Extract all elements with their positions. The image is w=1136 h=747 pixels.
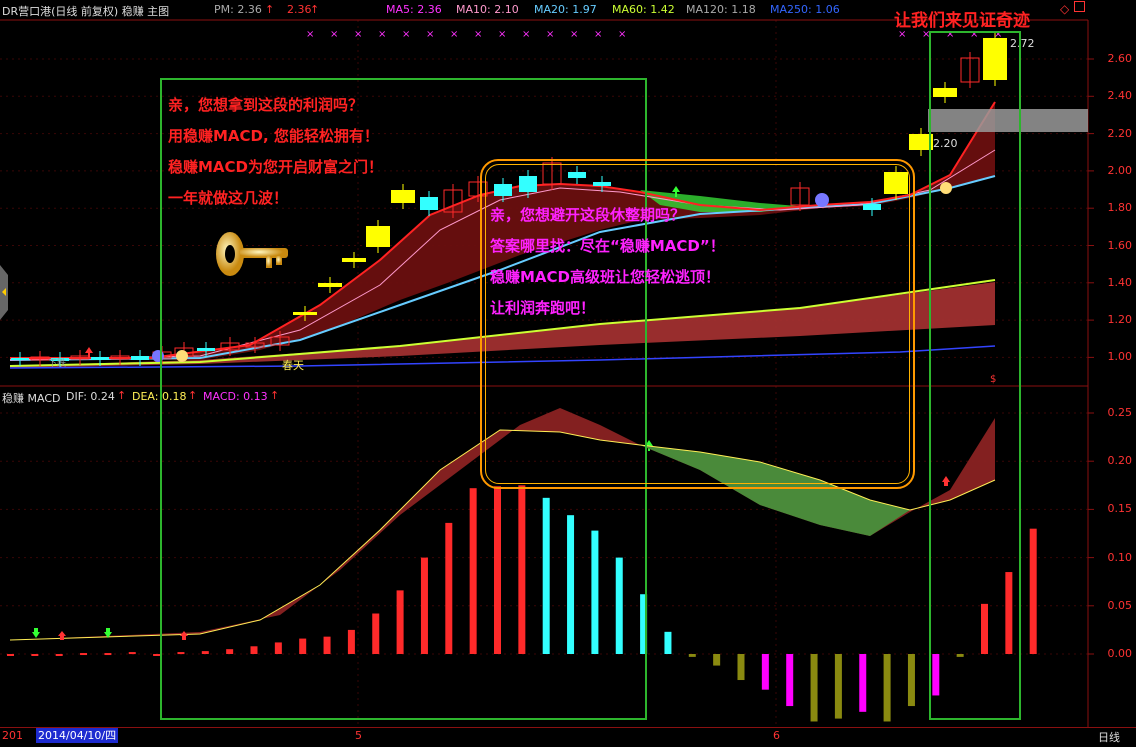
macd-bar xyxy=(737,654,745,681)
macd-bar xyxy=(761,654,769,690)
signal-x-marker: × xyxy=(450,29,458,40)
price-axis-label: 1.20 xyxy=(1107,313,1133,327)
annotation-red-line: 用稳赚MACD, 您能轻松拥有！ xyxy=(168,127,379,145)
annotation-red-line: 一年就做这几波！ xyxy=(168,189,289,207)
price-axis-label: 2.00 xyxy=(1107,163,1133,177)
signal-x-marker: × xyxy=(378,29,386,40)
diamond-icon[interactable]: ◇ xyxy=(1060,2,1069,16)
macd-axis-label: 0.10 xyxy=(1107,550,1133,564)
ma10-value: MA10: 2.10 xyxy=(456,3,519,16)
golden-key-icon xyxy=(216,232,288,276)
candle-body xyxy=(11,358,29,360)
signal-x-marker: × xyxy=(402,29,410,40)
highlight-frame-right xyxy=(929,31,1021,720)
time-axis[interactable] xyxy=(0,727,1136,747)
signal-x-marker: × xyxy=(498,29,506,40)
annotation-magenta-line: 答案哪里找：尽在“稳赚MACD”！ xyxy=(490,237,725,255)
macd-bar xyxy=(664,631,672,654)
signal-x-marker: × xyxy=(522,29,530,40)
signal-x-marker: × xyxy=(474,29,482,40)
macd-bar xyxy=(31,654,39,656)
macd-bar xyxy=(834,654,842,719)
chart-title: DR营口港(日线 前复权) 稳赚 主图 xyxy=(2,5,170,18)
window-toggle-icon[interactable] xyxy=(1074,1,1085,12)
annotation-magenta-line: 亲，您想避开这段休整期吗？ xyxy=(490,206,686,224)
annotation-magenta-line: 让利润奔跑吧！ xyxy=(490,299,596,317)
macd-bar xyxy=(104,653,112,656)
annotation-red: 亲，您想拿到这段的利润吗？ 用稳赚MACD, 您能轻松拥有！ 稳赚MACD为您开… xyxy=(168,90,383,214)
price-axis-label: 1.00 xyxy=(1107,350,1133,364)
pm-value: PM: 2.36 xyxy=(214,3,262,16)
price-axis-label: 1.80 xyxy=(1107,201,1133,215)
signal-x-marker: × xyxy=(354,29,362,40)
price-axis-label: 1.40 xyxy=(1107,275,1133,289)
up-arrow-icon: ↑ xyxy=(310,3,320,16)
ma250-value: MA250: 1.06 xyxy=(770,3,840,16)
signal-x-marker: × xyxy=(618,29,626,40)
candle-body xyxy=(131,356,149,360)
macd-axis-label: 0.20 xyxy=(1107,454,1133,468)
macd-axis-label: 0.00 xyxy=(1107,647,1133,660)
macd-bar xyxy=(810,654,818,722)
macd-axis-label: 0.05 xyxy=(1107,598,1133,612)
price-axis-label: 2.40 xyxy=(1107,89,1133,103)
up-arrow-icon: ↑ xyxy=(265,3,275,16)
slogan-text: 让我们来见证奇迹 xyxy=(894,11,1030,31)
macd-bar xyxy=(713,654,721,666)
up-arrow-icon: ↑ xyxy=(117,389,127,402)
signal-x-marker: × xyxy=(306,29,314,40)
annotation-red-line: 稳赚MACD为您开启财富之门！ xyxy=(168,158,383,176)
signal-x-marker: × xyxy=(330,29,338,40)
annotation-magenta-line: 稳赚MACD高级班让您轻松逃顶！ xyxy=(490,268,720,286)
signal-x-marker: × xyxy=(570,29,578,40)
ma5-value: MA5: 2.36 xyxy=(386,3,442,16)
macd-bar xyxy=(80,653,88,656)
macd-bar xyxy=(7,654,14,656)
macd-bar xyxy=(55,654,63,656)
signal-x-marker: × xyxy=(546,29,554,40)
macd-bar xyxy=(786,654,794,707)
signal-x-marker: × xyxy=(426,29,434,40)
ma20-value: MA20: 1.97 xyxy=(534,3,597,16)
year-prefix: 201 xyxy=(2,729,23,742)
month-6-label: 6 xyxy=(773,729,780,742)
macd-bar xyxy=(883,654,891,722)
macd-bar xyxy=(1029,528,1037,654)
macd-bar xyxy=(128,652,136,655)
annotation-red-line: 亲，您想拿到这段的利润吗？ xyxy=(168,96,364,114)
signal-x-marker: × xyxy=(594,29,602,40)
macd-bar xyxy=(688,654,696,657)
pm-value-2: 2.36 xyxy=(287,3,312,16)
macd-dif: DIF: 0.24 xyxy=(66,390,115,403)
macd-bar xyxy=(907,654,915,707)
price-axis-label: 2.60 xyxy=(1107,52,1133,65)
period-label[interactable]: 日线 xyxy=(1098,729,1120,745)
ma60-value: MA60: 1.42 xyxy=(612,3,675,16)
month-5-label: 5 xyxy=(355,729,362,742)
ma120-value: MA120: 1.18 xyxy=(686,3,756,16)
macd-bar xyxy=(859,654,867,712)
annotation-magenta: 亲，您想避开这段休整期吗？ 答案哪里找：尽在“稳赚MACD”！ 稳赚MACD高级… xyxy=(490,200,725,324)
macd-axis-label: 0.15 xyxy=(1107,502,1133,516)
price-axis-label: 2.20 xyxy=(1107,126,1133,140)
selected-date[interactable]: 2014/04/10/四 xyxy=(36,728,119,743)
candle-body xyxy=(91,357,109,360)
macd-axis-label: 0.25 xyxy=(1107,406,1133,419)
macd-name: 稳赚 MACD xyxy=(2,392,61,405)
price-axis-label: 1.60 xyxy=(1107,238,1133,252)
macd-arrow-down xyxy=(32,628,40,638)
left-note-label: 下跌 xyxy=(48,359,67,369)
